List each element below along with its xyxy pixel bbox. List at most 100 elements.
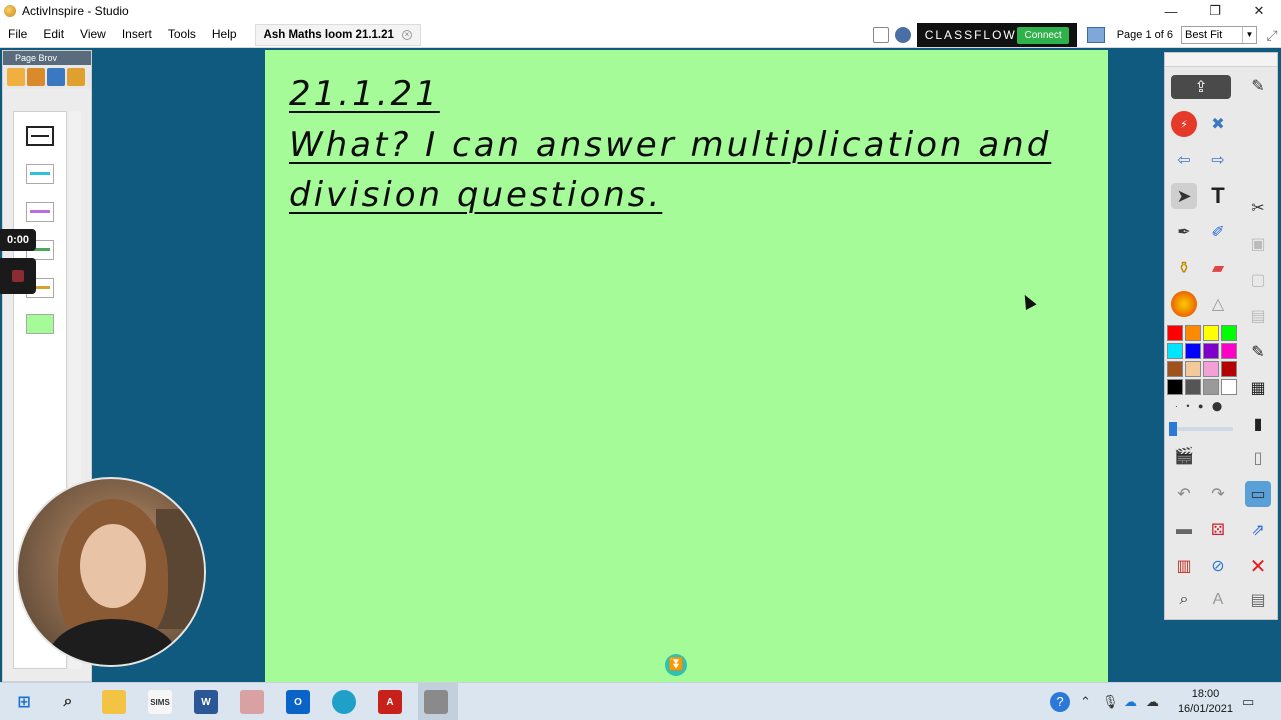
onedrive-icon[interactable]: ☁ (1124, 694, 1137, 710)
file-explorer-icon[interactable] (102, 690, 126, 714)
resource-browser-tab-icon[interactable] (27, 68, 45, 86)
notes-browser-tab-icon[interactable] (67, 68, 85, 86)
flipchart-canvas[interactable]: 21.1.21 What? I can answer multiplicatio… (265, 50, 1108, 682)
menu-insert[interactable]: Insert (114, 22, 160, 48)
system-clock[interactable]: 18:00 16/01/2021 (1178, 687, 1233, 717)
pen-width-selector[interactable]: · • ● ⬤ (1165, 397, 1235, 415)
menu-view[interactable]: View (72, 22, 114, 48)
close-tab-icon[interactable]: × (401, 29, 412, 40)
color-swatch[interactable] (1167, 361, 1183, 377)
chevron-up-icon[interactable]: ⌃ (1080, 694, 1091, 710)
outlook-icon[interactable]: O (286, 690, 310, 714)
next-page-icon[interactable]: ⇨ (1205, 147, 1231, 173)
menu-file[interactable]: File (0, 22, 35, 48)
page-copy-icon[interactable]: ▦ (1245, 375, 1271, 401)
color-swatch[interactable] (1185, 325, 1201, 341)
select-tool-icon[interactable]: ➤ (1171, 183, 1197, 209)
zoom-icon[interactable]: ⌕ (1171, 587, 1197, 613)
highlighter-icon[interactable]: ✐ (1205, 219, 1231, 245)
color-swatch[interactable] (1203, 379, 1219, 395)
menu-edit[interactable]: Edit (35, 22, 72, 48)
flipchart-library-icon[interactable]: ▥ (1171, 553, 1197, 579)
activinspire-dashboard-icon[interactable] (894, 27, 911, 43)
color-swatch[interactable] (1221, 361, 1237, 377)
windows-start-icon[interactable]: ⊞ (12, 690, 36, 714)
zoom-select[interactable]: Best Fit ▼ (1181, 26, 1257, 44)
page-thumbnail-3[interactable] (26, 202, 54, 222)
color-swatch[interactable] (1203, 325, 1219, 341)
previous-page-icon[interactable]: ⇦ (1171, 147, 1197, 173)
copy-icon[interactable]: ▢ (1245, 267, 1271, 293)
search-icon[interactable]: ⌕ (56, 690, 80, 714)
page-down-button[interactable]: ⏬ (665, 654, 687, 676)
width-slider[interactable] (1169, 422, 1233, 436)
snipping-icon[interactable] (240, 690, 264, 714)
clipboard-icon[interactable]: ▤ (1245, 587, 1271, 613)
activote-icon[interactable]: ⚡ (1171, 111, 1197, 137)
menu-help[interactable]: Help (204, 22, 245, 48)
layer-icon[interactable]: ▤ (1245, 303, 1271, 329)
color-swatch[interactable] (1203, 343, 1219, 359)
share-icon[interactable]: ⇪ (1171, 75, 1231, 99)
text-format-icon[interactable]: A (1205, 587, 1231, 613)
page-browser-tab-icon[interactable] (7, 68, 25, 86)
color-swatch[interactable] (1167, 343, 1183, 359)
menu-tools[interactable]: Tools (160, 22, 204, 48)
color-swatch[interactable] (1185, 343, 1201, 359)
edit-icon[interactable]: ✎ (1245, 339, 1271, 365)
shape-recognition-icon[interactable]: △ (1205, 291, 1231, 317)
new-page-icon[interactable]: ▯ (1245, 445, 1271, 471)
connect-button[interactable]: Connect (1017, 26, 1069, 44)
scissors-icon[interactable]: ✂ (1245, 195, 1271, 221)
redo-icon[interactable]: ↷ (1205, 481, 1231, 507)
undo-icon[interactable]: ↶ (1171, 481, 1197, 507)
color-swatch[interactable] (1221, 343, 1237, 359)
color-swatch[interactable] (1185, 361, 1201, 377)
fill-tool-icon[interactable]: ⚱ (1171, 255, 1197, 281)
image-icon[interactable]: ▭ (1245, 481, 1271, 507)
activinspire-taskbar-icon[interactable] (424, 690, 448, 714)
page-notes-icon[interactable] (872, 27, 889, 43)
tools-icon[interactable]: ✖ (1205, 111, 1231, 137)
notifications-icon[interactable]: ▭ (1242, 694, 1254, 710)
color-swatch[interactable] (1185, 379, 1201, 395)
maximize-button[interactable]: ❐ (1193, 0, 1237, 22)
clapper-icon[interactable]: 🎬 (1171, 443, 1197, 469)
page-thumbnail-1[interactable] (26, 126, 54, 146)
eraser-icon[interactable]: ▰ (1205, 255, 1231, 281)
reset-page-icon[interactable]: ▬ (1171, 517, 1197, 543)
color-swatch[interactable] (1167, 325, 1183, 341)
delete-icon[interactable]: ✕ (1245, 553, 1271, 579)
color-picker-icon[interactable] (1171, 291, 1197, 317)
close-window-button[interactable]: ✕ (1237, 0, 1281, 22)
width-slider-handle[interactable] (1169, 422, 1177, 436)
pen-tool-icon[interactable]: ✒ (1171, 219, 1197, 245)
clock-time: 18:00 (1191, 688, 1220, 700)
group-icon[interactable]: ▣ (1245, 231, 1271, 257)
text-tool-icon[interactable]: T (1205, 183, 1231, 209)
color-swatch[interactable] (1221, 379, 1237, 395)
page-thumbnail-6[interactable] (26, 314, 54, 334)
help-icon[interactable]: ? (1050, 692, 1070, 712)
acrobat-icon[interactable]: A (378, 690, 402, 714)
color-swatch[interactable] (1221, 325, 1237, 341)
microphone-icon[interactable]: 🎙 (1102, 694, 1119, 710)
connector-icon[interactable]: ⊘ (1205, 553, 1231, 579)
document-tab[interactable]: Ash Maths loom 21.1.21 × (254, 23, 421, 46)
main-menu-icon[interactable]: ✎ (1245, 73, 1271, 99)
stop-recording-button[interactable] (0, 258, 36, 294)
color-swatch[interactable] (1203, 361, 1219, 377)
screen-tool-icon[interactable] (1086, 27, 1105, 43)
dice-icon[interactable]: ⚄ (1205, 517, 1231, 543)
fullscreen-icon[interactable]: ⤢ (1263, 26, 1281, 44)
edge-icon[interactable] (332, 690, 356, 714)
sims-app-icon[interactable]: SIMS (148, 690, 172, 714)
color-swatch[interactable] (1167, 379, 1183, 395)
link-icon[interactable]: ⇗ (1245, 517, 1271, 543)
save-icon[interactable]: ▮ (1245, 411, 1271, 437)
minimize-button[interactable]: — (1149, 0, 1193, 22)
page-thumbnail-2[interactable] (26, 164, 54, 184)
cloud-icon[interactable]: ☁ (1146, 694, 1159, 710)
word-icon[interactable]: W (194, 690, 218, 714)
object-browser-tab-icon[interactable] (47, 68, 65, 86)
